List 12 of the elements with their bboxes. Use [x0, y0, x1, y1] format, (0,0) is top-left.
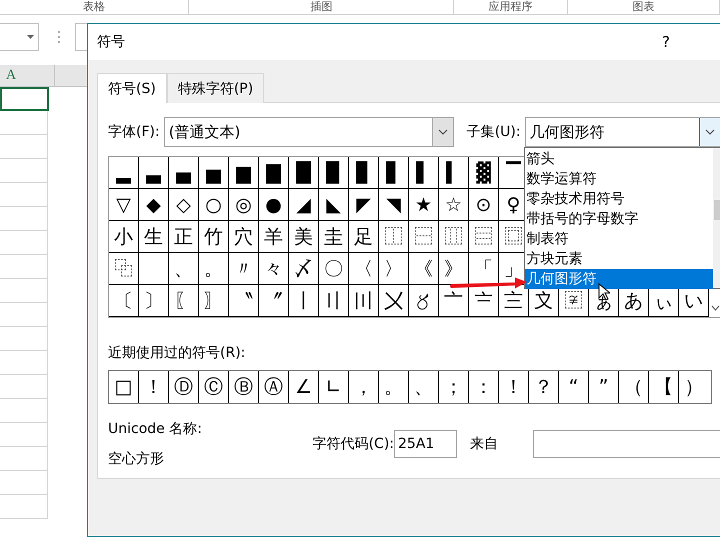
font-label: 字体(F): — [108, 123, 160, 141]
char-code-label: 字符代码(C): — [312, 435, 394, 453]
recent-symbols-label: 近期使用过的符号(R): — [108, 345, 246, 361]
unicode-name: 空心方形 — [108, 450, 165, 468]
ribbon-group-label: 图表 — [568, 0, 720, 14]
ribbon-group-label: 插图 — [189, 0, 454, 14]
dialog-title: 符号 — [97, 33, 125, 51]
unicode-name-label: Unicode 名称: — [108, 420, 203, 438]
subset-label: 子集(U): — [466, 123, 521, 141]
ribbon-group-label: 表格 — [0, 0, 190, 14]
from-label: 来自 — [470, 435, 498, 453]
ribbon-group-label: 应用程序 — [454, 0, 568, 14]
